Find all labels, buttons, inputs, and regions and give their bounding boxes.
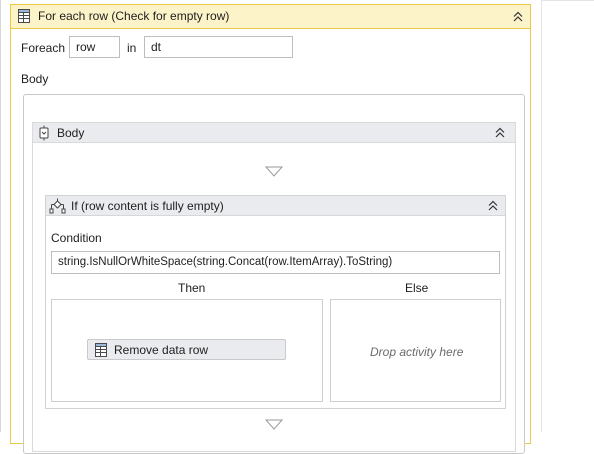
body-drop-container[interactable]: Body If (row content is fully empty) Con… — [23, 94, 525, 454]
foreach-activity[interactable]: For each row (Check for empty row) Forea… — [10, 4, 531, 454]
foreach-header[interactable]: For each row (Check for empty row) — [11, 5, 530, 29]
canvas-left-edge — [0, 0, 1, 432]
if-title: If (row content is fully empty) — [71, 199, 224, 213]
sequence-header[interactable]: Body — [33, 123, 515, 143]
else-branch[interactable]: Drop activity here — [330, 299, 501, 402]
if-header[interactable]: If (row content is fully empty) — [46, 196, 505, 216]
double-chevron-up-icon[interactable] — [486, 199, 500, 213]
item-name-input[interactable]: row — [69, 36, 120, 58]
if-activity[interactable]: If (row content is fully empty) Conditio… — [45, 195, 506, 409]
condition-input[interactable]: string.IsNullOrWhiteSpace(string.Concat(… — [51, 251, 500, 274]
remove-data-row-activity[interactable]: Remove data row — [87, 339, 286, 360]
foreach-label: Foreach — [21, 41, 66, 55]
sequence-title: Body — [57, 126, 85, 140]
in-label: in — [127, 41, 137, 55]
triangle-down-icon[interactable] — [264, 166, 284, 177]
remove-data-row-label: Remove data row — [114, 343, 209, 357]
double-chevron-up-icon[interactable] — [493, 126, 507, 140]
then-branch[interactable]: Remove data row — [51, 299, 323, 402]
datatable-icon — [16, 8, 32, 24]
drop-activity-placeholder: Drop activity here — [370, 345, 464, 359]
sequence-icon — [36, 125, 52, 141]
if-icon — [49, 198, 66, 214]
condition-label: Condition — [51, 231, 102, 245]
canvas-right-edge — [541, 0, 542, 432]
triangle-down-icon[interactable] — [264, 419, 284, 430]
collection-input[interactable]: dt — [144, 36, 293, 58]
foreach-title: For each row (Check for empty row) — [38, 9, 230, 23]
else-label: Else — [405, 281, 429, 295]
body-label: Body — [21, 72, 49, 86]
double-chevron-up-icon[interactable] — [511, 10, 525, 24]
then-label: Then — [178, 281, 206, 295]
sequence-activity[interactable]: Body If (row content is fully empty) Con… — [32, 122, 516, 452]
canvas-top-edge — [542, 0, 594, 1]
datatable-icon — [93, 342, 109, 358]
